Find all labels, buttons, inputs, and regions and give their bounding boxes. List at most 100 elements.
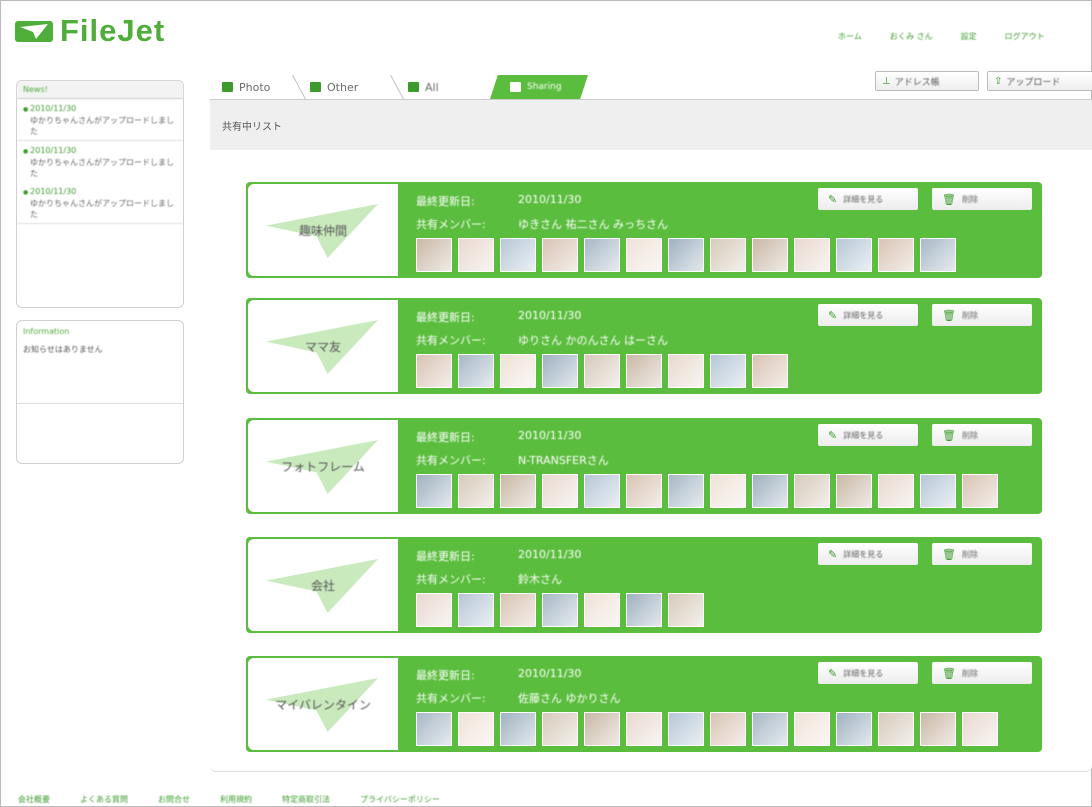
photo-thumbnail[interactable] (794, 712, 830, 746)
filejet-logo[interactable]: FileJet (14, 13, 165, 48)
group-label-box[interactable]: 趣味仲間 (248, 184, 398, 276)
photo-thumbnail[interactable] (878, 474, 914, 508)
view-detail-button[interactable]: ✎ 詳細を見る (818, 304, 918, 326)
view-detail-button[interactable]: ✎ 詳細を見る (818, 662, 918, 684)
photo-thumbnail[interactable] (416, 238, 452, 272)
photo-thumbnail[interactable] (416, 593, 452, 627)
tab-sharing[interactable]: Sharing (490, 75, 588, 99)
address-book-button[interactable]: ⊥ アドレス帳 (875, 71, 979, 91)
photo-thumbnail[interactable] (752, 238, 788, 272)
news-item[interactable]: 2010/11/30 ゆかりちゃんさんがアップロードしました (17, 99, 183, 141)
photo-thumbnail[interactable] (626, 593, 662, 627)
photo-thumbnail[interactable] (710, 712, 746, 746)
photo-thumbnail[interactable] (878, 712, 914, 746)
photo-thumbnail[interactable] (920, 238, 956, 272)
photo-thumbnail[interactable] (668, 593, 704, 627)
photo-thumbnail[interactable] (542, 354, 578, 388)
photo-thumbnail[interactable] (752, 474, 788, 508)
group-label-box[interactable]: 会社 (248, 539, 398, 631)
photo-thumbnail[interactable] (458, 474, 494, 508)
footer-link[interactable]: 特定商取引法 (282, 794, 330, 805)
photo-thumbnail[interactable] (416, 474, 452, 508)
photo-thumbnail[interactable] (458, 593, 494, 627)
photo-thumbnail[interactable] (794, 238, 830, 272)
delete-button[interactable]: 🗑 削除 (932, 662, 1032, 684)
photo-thumbnail[interactable] (710, 238, 746, 272)
photo-thumbnail[interactable] (542, 238, 578, 272)
photo-thumbnail[interactable] (584, 593, 620, 627)
photo-thumbnail[interactable] (836, 474, 872, 508)
photo-thumbnail[interactable] (626, 712, 662, 746)
photo-thumbnail[interactable] (584, 354, 620, 388)
photo-thumbnail[interactable] (668, 712, 704, 746)
photo-thumbnail[interactable] (668, 238, 704, 272)
photo-thumbnail[interactable] (500, 474, 536, 508)
tab-photo[interactable]: Photo (208, 75, 307, 101)
footer-link[interactable]: 利用規約 (220, 794, 252, 805)
photo-thumbnail[interactable] (626, 238, 662, 272)
photo-thumbnail[interactable] (626, 354, 662, 388)
tab-all[interactable]: All (394, 75, 490, 99)
nav-user-link[interactable]: おくみ さん (890, 31, 933, 42)
nav-settings-link[interactable]: 設定 (961, 31, 977, 42)
upload-button[interactable]: ⇪ アップロード (987, 71, 1092, 91)
tab-other[interactable]: Other (296, 75, 405, 101)
photo-thumbnail[interactable] (584, 474, 620, 508)
view-detail-button[interactable]: ✎ 詳細を見る (818, 543, 918, 565)
photo-thumbnail[interactable] (836, 712, 872, 746)
footer-link[interactable]: 会社概要 (18, 794, 50, 805)
view-icon: ✎ (828, 192, 838, 206)
upload-label: アップロード (1006, 77, 1061, 88)
photo-thumbnail[interactable] (542, 474, 578, 508)
delete-button[interactable]: 🗑 削除 (932, 543, 1032, 565)
photo-thumbnail-row (416, 474, 998, 508)
photo-thumbnail[interactable] (962, 474, 998, 508)
nav-logout-link[interactable]: ログアウト (1005, 31, 1045, 42)
photo-thumbnail[interactable] (542, 593, 578, 627)
trash-icon: 🗑 (942, 666, 956, 680)
photo-thumbnail[interactable] (878, 238, 914, 272)
news-item[interactable]: 2010/11/30 ゆかりちゃんさんがアップロードしました (17, 182, 183, 224)
photo-thumbnail[interactable] (668, 354, 704, 388)
news-item[interactable]: 2010/11/30 ゆかりちゃんさんがアップロードしました (17, 141, 183, 182)
photo-thumbnail[interactable] (962, 712, 998, 746)
delete-button[interactable]: 🗑 削除 (932, 304, 1032, 326)
footer-link[interactable]: プライバシーポリシー (360, 794, 440, 805)
photo-thumbnail[interactable] (416, 354, 452, 388)
photo-thumbnail[interactable] (458, 712, 494, 746)
photo-thumbnail[interactable] (836, 238, 872, 272)
group-label-box[interactable]: フォトフレーム (248, 420, 398, 512)
photo-thumbnail[interactable] (416, 712, 452, 746)
photo-thumbnail[interactable] (752, 354, 788, 388)
view-detail-button[interactable]: ✎ 詳細を見る (818, 424, 918, 446)
photo-thumbnail[interactable] (752, 712, 788, 746)
photo-thumbnail[interactable] (584, 712, 620, 746)
last-updated-row: 最終更新日: 2010/11/30 (416, 429, 581, 445)
view-detail-button[interactable]: ✎ 詳細を見る (818, 188, 918, 210)
photo-thumbnail[interactable] (626, 474, 662, 508)
group-label-box[interactable]: マイバレンタイン (248, 658, 398, 750)
photo-thumbnail[interactable] (500, 354, 536, 388)
photo-thumbnail[interactable] (794, 474, 830, 508)
photo-thumbnail[interactable] (458, 354, 494, 388)
footer-link[interactable]: よくある質問 (80, 794, 128, 805)
photo-thumbnail[interactable] (458, 238, 494, 272)
film-icon (408, 82, 419, 92)
photo-thumbnail[interactable] (542, 712, 578, 746)
photo-thumbnail[interactable] (710, 474, 746, 508)
photo-thumbnail[interactable] (584, 238, 620, 272)
delete-button[interactable]: 🗑 削除 (932, 188, 1032, 210)
photo-thumbnail[interactable] (500, 712, 536, 746)
photo-thumbnail[interactable] (920, 474, 956, 508)
delete-button[interactable]: 🗑 削除 (932, 424, 1032, 446)
group-label-box[interactable]: ママ友 (248, 300, 398, 392)
footer-link[interactable]: お問合せ (158, 794, 190, 805)
photo-thumbnail[interactable] (500, 238, 536, 272)
camera-icon (222, 82, 233, 92)
nav-home-link[interactable]: ホーム (838, 31, 862, 42)
photo-thumbnail[interactable] (710, 354, 746, 388)
photo-thumbnail[interactable] (500, 593, 536, 627)
photo-thumbnail[interactable] (920, 712, 956, 746)
photo-thumbnail[interactable] (668, 474, 704, 508)
photo-thumbnail-row (416, 593, 704, 627)
